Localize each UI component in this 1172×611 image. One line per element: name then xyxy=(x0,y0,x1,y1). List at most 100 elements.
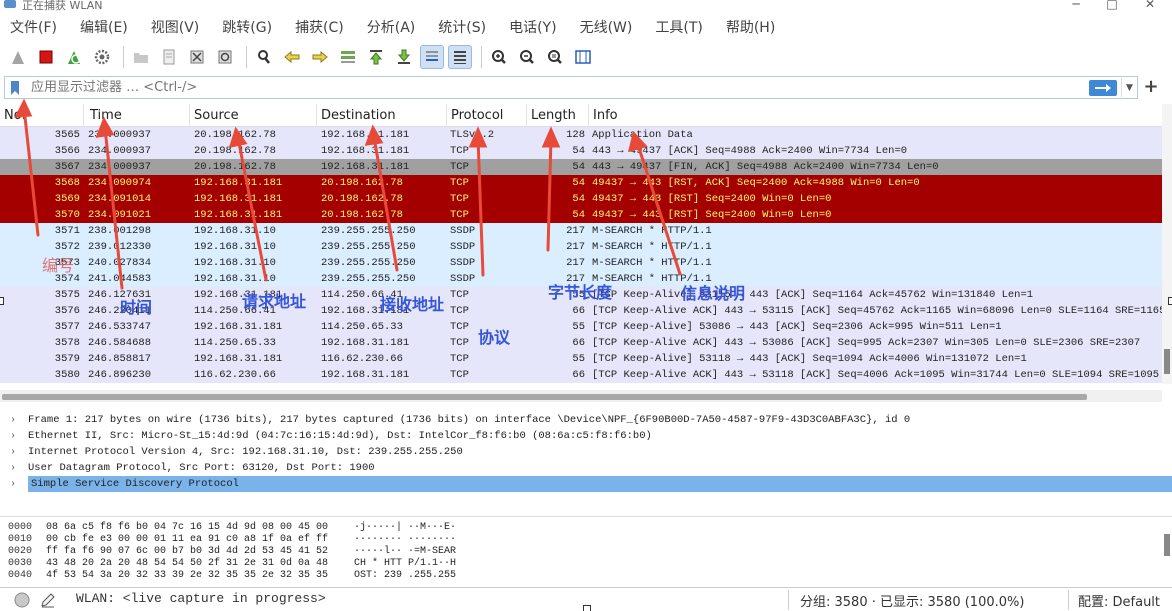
packet-cell-info: [TCP Keep-Alive ACK] 443 → 53086 [ACK] S… xyxy=(592,337,1141,349)
packet-cell-no: 3576 xyxy=(54,305,80,317)
packet-row[interactable]: 3568 234.090974 192.168.31.181 20.198.162.7… xyxy=(0,175,1162,191)
packet-cell-proto: SSDP xyxy=(450,225,476,237)
packet-cell-time: 238.001298 xyxy=(88,225,152,237)
menu-analyze[interactable]: 分析(A) xyxy=(367,17,416,37)
packet-row[interactable]: 3573 240.027834 192.168.31.10 239.255.255.2… xyxy=(0,255,1162,271)
bytes-row[interactable]: 0030 43 48 20 2a 20 48 54 54 50 2f 31 2e … xyxy=(0,557,1172,569)
zoom-in-icon[interactable] xyxy=(487,45,511,69)
bytes-row[interactable]: 0040 4f 53 54 3a 20 32 33 39 2e 32 35 35 … xyxy=(0,569,1172,581)
packet-row[interactable]: 3570 234.091021 192.168.31.181 20.198.162.7… xyxy=(0,207,1162,223)
edit-comment-icon[interactable] xyxy=(38,590,58,610)
scrollbar-thumb[interactable] xyxy=(1164,349,1170,374)
options-gear-icon[interactable] xyxy=(90,45,114,69)
packet-row[interactable]: 3580 246.896230 116.62.230.66 192.168.31.18… xyxy=(0,367,1162,383)
chevron-down-icon[interactable]: ▼ xyxy=(1121,78,1137,97)
goto-icon[interactable] xyxy=(336,45,360,69)
packet-cell-src: 192.168.31.181 xyxy=(194,193,283,205)
menu-go[interactable]: 跳转(G) xyxy=(222,17,272,37)
scrollbar-thumb[interactable] xyxy=(2,394,1087,400)
display-filter-bar: ▼ xyxy=(4,76,1138,99)
detail-row-frame[interactable]: › Frame 1: 217 bytes on wire (1736 bits),… xyxy=(0,412,1172,428)
bookmark-icon[interactable] xyxy=(7,78,23,97)
menu-wireless[interactable]: 无线(W) xyxy=(580,17,633,37)
packet-row[interactable]: 3578 246.584688 114.250.65.33 192.168.31.18… xyxy=(0,335,1162,351)
column-header-time[interactable]: Time xyxy=(84,104,190,127)
close-window-button[interactable]: ✕ xyxy=(1140,0,1160,11)
zoom-out-icon[interactable] xyxy=(515,45,539,69)
save-file-icon[interactable] xyxy=(157,45,181,69)
packet-list-scrollbar[interactable] xyxy=(1162,104,1172,384)
packet-row[interactable]: 3566 234.000937 20.198.162.78 192.168.31.18… xyxy=(0,143,1162,159)
menu-statistics[interactable]: 统计(S) xyxy=(438,17,486,37)
packet-row[interactable]: 3576 246.220411 114.250.66.41 192.168.31.18… xyxy=(0,303,1162,319)
chevron-right-icon[interactable]: › xyxy=(10,447,28,458)
packet-cell-src: 192.168.31.10 xyxy=(194,241,276,253)
minimize-button[interactable]: ─ xyxy=(1066,0,1086,11)
zoom-normal-icon[interactable] xyxy=(543,45,567,69)
stop-icon[interactable] xyxy=(34,45,58,69)
packet-row[interactable]: 3567 234.000937 20.198.162.78 192.168.31.18… xyxy=(0,159,1162,175)
detail-row-udp[interactable]: › User Datagram Protocol, Src Port: 63120… xyxy=(0,460,1172,476)
close-file-icon[interactable] xyxy=(185,45,209,69)
column-header-no[interactable]: No. xyxy=(0,104,84,127)
forward-icon[interactable] xyxy=(308,45,332,69)
arrow-right-icon[interactable] xyxy=(1089,79,1117,96)
bytes-row[interactable]: 0010 00 cb fe e3 00 00 01 11 ea 91 c0 a8 … xyxy=(0,533,1172,545)
packet-row[interactable]: 3565 234.000937 20.198.162.78 192.168.31.18… xyxy=(0,127,1162,143)
packet-cell-time: 241.044583 xyxy=(88,273,152,285)
capture-status-icon[interactable] xyxy=(12,590,32,610)
bytes-scrollbar[interactable] xyxy=(1162,530,1172,560)
packet-row[interactable]: 3569 234.091014 192.168.31.181 20.198.162.7… xyxy=(0,191,1162,207)
bytes-row[interactable]: 0020 ff fa f6 90 07 6c 00 b7 b0 3d 4d 2d … xyxy=(0,545,1172,557)
scrollbar-thumb[interactable] xyxy=(1164,534,1170,556)
packet-row[interactable]: 3572 239.012330 192.168.31.10 239.255.255.2… xyxy=(0,239,1162,255)
column-header-destination[interactable]: Destination xyxy=(317,104,447,127)
menu-telephony[interactable]: 电话(Y) xyxy=(509,17,556,37)
packet-cell-dst: 192.168.31.181 xyxy=(321,369,410,381)
menu-tools[interactable]: 工具(T) xyxy=(655,17,702,37)
packet-row[interactable]: 3577 246.533747 192.168.31.181 114.250.65.3… xyxy=(0,319,1162,335)
capture-status-text: WLAN: <live capture in progress> xyxy=(76,591,326,606)
profile-text[interactable]: 配置: Default xyxy=(1078,591,1160,610)
first-icon[interactable] xyxy=(364,45,388,69)
menu-capture[interactable]: 捕获(C) xyxy=(295,17,344,37)
detail-row-ip[interactable]: › Internet Protocol Version 4, Src: 192.1… xyxy=(0,444,1172,460)
packet-cell-no: 3568 xyxy=(54,177,80,189)
display-filter-input[interactable] xyxy=(23,78,1089,97)
menu-help[interactable]: 帮助(H) xyxy=(726,17,775,37)
detail-row-ethernet[interactable]: › Ethernet II, Src: Micro-St_15:4d:9d (04… xyxy=(0,428,1172,444)
menu-view[interactable]: 视图(V) xyxy=(151,17,200,37)
menu-edit[interactable]: 编辑(E) xyxy=(80,17,128,37)
detail-row-ssdp[interactable]: › Simple Service Discovery Protocol xyxy=(0,476,1172,492)
maximize-button[interactable]: □ xyxy=(1102,0,1122,11)
last-icon[interactable] xyxy=(392,45,416,69)
chevron-right-icon[interactable]: › xyxy=(10,431,28,442)
bytes-row[interactable]: 0000 08 6a c5 f8 f6 b0 04 7c 16 15 4d 9d … xyxy=(0,521,1172,533)
packet-cell-proto: SSDP xyxy=(450,241,476,253)
open-folder-icon[interactable] xyxy=(129,45,153,69)
shark-fin-icon[interactable] xyxy=(6,45,30,69)
column-header-protocol[interactable]: Protocol xyxy=(447,104,527,127)
add-filter-button[interactable]: + xyxy=(1140,77,1162,99)
window-titlebar: 正在捕获 WLAN ─ □ ✕ xyxy=(0,0,1172,12)
packet-cell-len: 54 xyxy=(572,177,585,189)
packet-row[interactable]: 3579 246.858817 192.168.31.181 116.62.230.6… xyxy=(0,351,1162,367)
autoscroll-icon[interactable] xyxy=(420,45,444,69)
chevron-right-icon[interactable]: › xyxy=(10,415,28,426)
column-header-length[interactable]: Length xyxy=(527,104,589,127)
resize-columns-icon[interactable] xyxy=(571,45,595,69)
restart-icon[interactable] xyxy=(62,45,86,69)
search-icon[interactable] xyxy=(252,45,276,69)
column-header-info[interactable]: Info xyxy=(589,104,1162,127)
chevron-right-icon[interactable]: › xyxy=(10,479,28,490)
back-icon[interactable] xyxy=(280,45,304,69)
packet-cell-time: 240.027834 xyxy=(88,257,152,269)
status-separator xyxy=(1068,590,1069,610)
reload-icon[interactable] xyxy=(213,45,237,69)
chevron-right-icon[interactable]: › xyxy=(10,463,28,474)
colorize-icon[interactable] xyxy=(448,45,472,69)
column-header-source[interactable]: Source xyxy=(190,104,317,127)
packet-list-hscrollbar[interactable] xyxy=(0,390,1162,402)
menu-file[interactable]: 文件(F) xyxy=(10,17,57,37)
packet-row[interactable]: 3571 238.001298 192.168.31.10 239.255.255.2… xyxy=(0,223,1162,239)
